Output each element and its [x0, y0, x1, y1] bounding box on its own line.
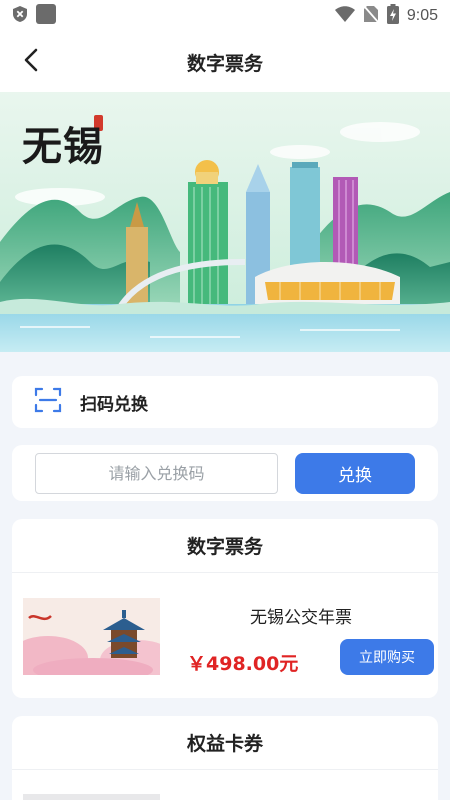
nav-bar: 数字票务 [0, 32, 450, 92]
section-title-tickets: 数字票务 [12, 519, 438, 573]
buy-now-button[interactable]: 立即购买 [340, 639, 434, 675]
no-sim-icon [363, 5, 379, 27]
bus-card-thumbnail [23, 598, 160, 675]
digital-ticket-section: 数字票务 无锡公交年票 ￥498.00元 立即购买 [12, 519, 438, 698]
city-banner: 无锡 [0, 92, 450, 352]
scan-icon [34, 387, 62, 417]
redeem-code-input[interactable] [35, 453, 278, 494]
redeem-button[interactable]: 兑换 [295, 453, 415, 494]
banner-city-title: 无锡 [22, 123, 104, 170]
status-right: 9:05 [334, 4, 438, 28]
page-title: 数字票务 [186, 52, 263, 75]
section-title-benefits: 权益卡券 [12, 716, 438, 770]
square-icon [36, 4, 56, 28]
battery-charging-icon [386, 4, 399, 28]
benefit-coupon-section: 权益卡券 [12, 716, 438, 800]
back-button[interactable] [14, 46, 48, 78]
product-price: ￥498.00元 [187, 653, 299, 675]
product-item[interactable]: 无锡公交年票 ￥498.00元 立即购买 [12, 573, 438, 698]
status-left [12, 4, 56, 28]
scan-redeem-row[interactable]: 扫码兑换 [12, 376, 438, 428]
chevron-left-icon [24, 48, 38, 76]
wifi-icon [334, 6, 355, 26]
status-time: 9:05 [406, 7, 438, 24]
scan-redeem-label: 扫码兑换 [80, 394, 148, 415]
coupon-thumbnail [23, 794, 160, 800]
status-bar: 9:05 [0, 0, 450, 32]
shield-x-icon [12, 5, 28, 27]
redeem-code-card: 兑换 [12, 445, 438, 501]
product-name: 无锡公交年票 [250, 608, 352, 628]
